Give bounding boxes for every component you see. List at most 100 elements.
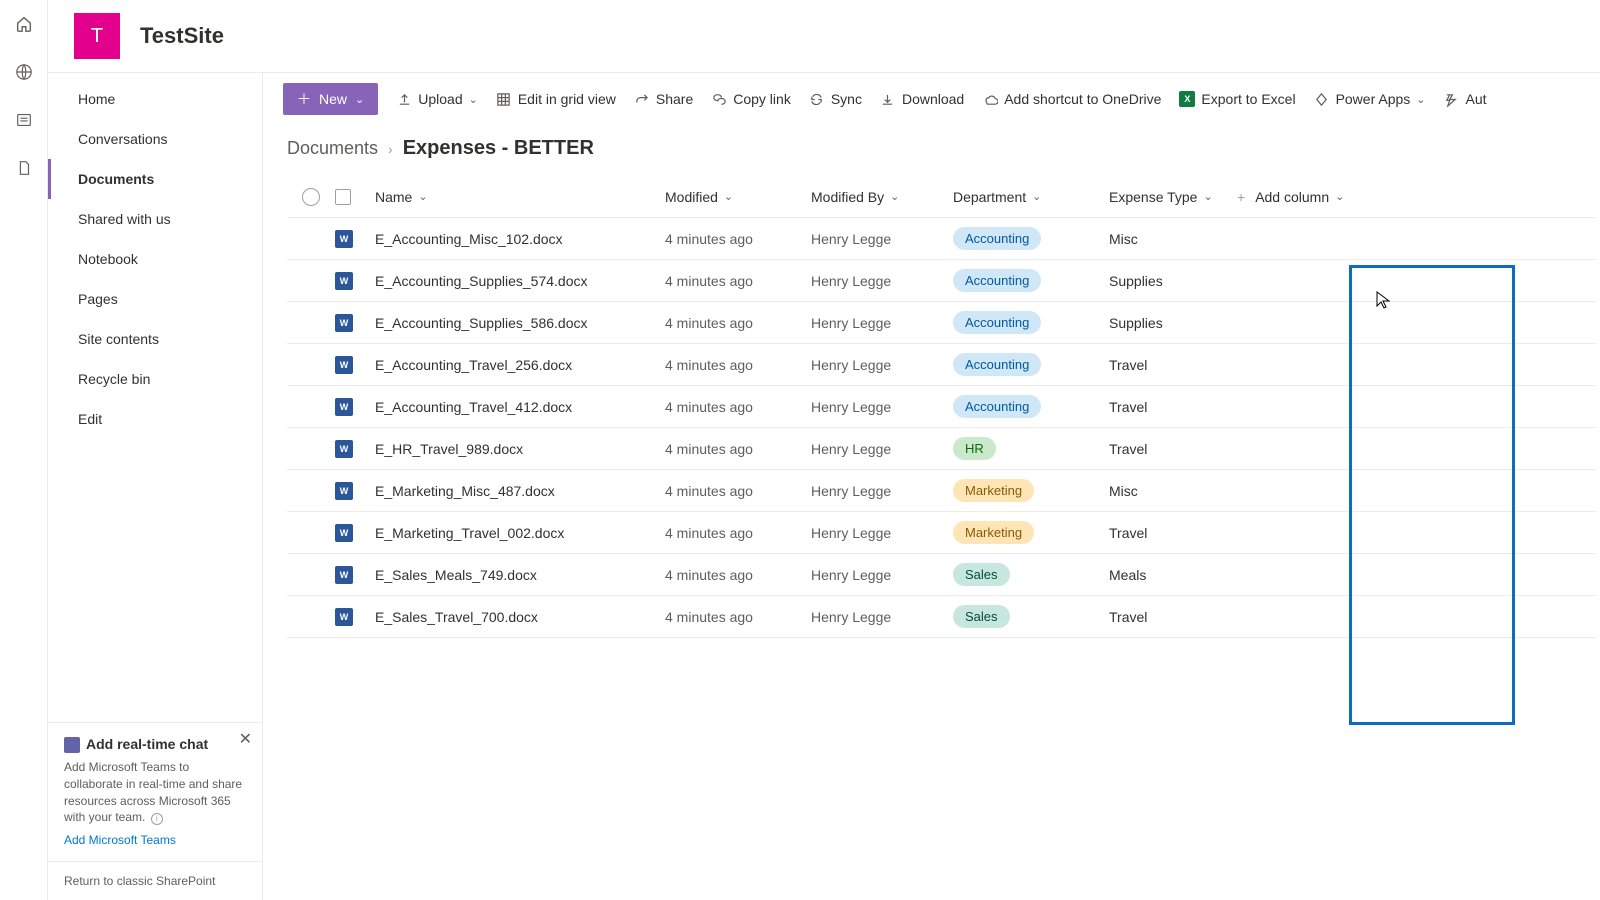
word-file-icon: W (335, 356, 353, 374)
sidebar-item-notebook[interactable]: Notebook (48, 239, 262, 279)
sidebar-item-pages[interactable]: Pages (48, 279, 262, 319)
cell-modified-by[interactable]: Henry Legge (811, 609, 953, 625)
cell-modified: 4 minutes ago (665, 357, 811, 373)
info-icon[interactable]: i (151, 813, 163, 825)
chevron-down-icon: ⌄ (1032, 190, 1041, 203)
file-name[interactable]: E_Accounting_Travel_256.docx (375, 357, 572, 373)
cell-modified-by[interactable]: Henry Legge (811, 357, 953, 373)
globe-icon[interactable] (14, 62, 34, 82)
sidebar-item-conversations[interactable]: Conversations (48, 119, 262, 159)
add-column-button[interactable]: +Add column⌄ (1237, 189, 1377, 205)
file-name[interactable]: E_Accounting_Supplies_586.docx (375, 315, 588, 331)
column-name[interactable]: Name⌄ (375, 189, 428, 205)
filetype-header-icon[interactable] (335, 189, 351, 205)
department-pill[interactable]: Marketing (953, 521, 1034, 544)
copy-link-button[interactable]: Copy link (711, 91, 791, 107)
app-rail (0, 0, 48, 900)
table-row[interactable]: WE_Accounting_Travel_412.docx4 minutes a… (287, 386, 1596, 428)
department-pill[interactable]: HR (953, 437, 996, 460)
news-icon[interactable] (14, 110, 34, 130)
cell-modified-by[interactable]: Henry Legge (811, 441, 953, 457)
department-pill[interactable]: Accounting (953, 227, 1041, 250)
column-expense-type[interactable]: Expense Type⌄ (1109, 189, 1237, 205)
share-icon (634, 91, 650, 107)
cell-modified-by[interactable]: Henry Legge (811, 273, 953, 289)
department-pill[interactable]: Accounting (953, 311, 1041, 334)
add-shortcut-button[interactable]: Add shortcut to OneDrive (982, 91, 1161, 107)
download-icon (880, 91, 896, 107)
site-logo[interactable]: T (74, 13, 120, 59)
sync-button[interactable]: Sync (809, 91, 862, 107)
chevron-down-icon: ⌄ (469, 93, 478, 106)
word-file-icon: W (335, 566, 353, 584)
cell-modified: 4 minutes ago (665, 525, 811, 541)
word-file-icon: W (335, 230, 353, 248)
export-excel-button[interactable]: XExport to Excel (1179, 91, 1295, 107)
flow-icon (1444, 91, 1460, 107)
breadcrumb-root[interactable]: Documents (287, 138, 378, 159)
department-pill[interactable]: Accounting (953, 269, 1041, 292)
table-row[interactable]: WE_Marketing_Travel_002.docx4 minutes ag… (287, 512, 1596, 554)
word-file-icon: W (335, 272, 353, 290)
cell-modified-by[interactable]: Henry Legge (811, 231, 953, 247)
file-name[interactable]: E_Marketing_Misc_487.docx (375, 483, 555, 499)
upload-icon (396, 91, 412, 107)
cell-modified-by[interactable]: Henry Legge (811, 567, 953, 583)
sidebar-item-site-contents[interactable]: Site contents (48, 319, 262, 359)
close-icon[interactable]: ✕ (239, 729, 252, 751)
sidebar-item-home[interactable]: Home (48, 79, 262, 119)
table-row[interactable]: WE_Marketing_Misc_487.docx4 minutes agoH… (287, 470, 1596, 512)
cell-modified: 4 minutes ago (665, 441, 811, 457)
department-pill[interactable]: Sales (953, 605, 1010, 628)
power-apps-button[interactable]: Power Apps⌄ (1314, 91, 1426, 107)
classic-link[interactable]: Return to classic SharePoint (48, 861, 262, 900)
onedrive-icon (982, 91, 998, 107)
table-row[interactable]: WE_Accounting_Supplies_574.docx4 minutes… (287, 260, 1596, 302)
promo-body: Add Microsoft Teams to collaborate in re… (64, 759, 246, 826)
table-row[interactable]: WE_Sales_Meals_749.docx4 minutes agoHenr… (287, 554, 1596, 596)
edit-grid-button[interactable]: Edit in grid view (496, 91, 616, 107)
file-name[interactable]: E_Marketing_Travel_002.docx (375, 525, 564, 541)
table-row[interactable]: WE_HR_Travel_989.docx4 minutes agoHenry … (287, 428, 1596, 470)
select-all-toggle[interactable] (302, 188, 320, 206)
share-button[interactable]: Share (634, 91, 693, 107)
file-name[interactable]: E_Accounting_Supplies_574.docx (375, 273, 588, 289)
home-icon[interactable] (14, 14, 34, 34)
download-button[interactable]: Download (880, 91, 964, 107)
chevron-down-icon: ⌄ (418, 190, 427, 203)
cell-modified: 4 minutes ago (665, 609, 811, 625)
sidebar-item-shared-with-us[interactable]: Shared with us (48, 199, 262, 239)
column-department[interactable]: Department⌄ (953, 189, 1087, 205)
promo-link[interactable]: Add Microsoft Teams (64, 832, 246, 849)
department-pill[interactable]: Sales (953, 563, 1010, 586)
file-name[interactable]: E_Accounting_Misc_102.docx (375, 231, 563, 247)
sidebar-item-documents[interactable]: Documents (48, 159, 262, 199)
file-name[interactable]: E_Sales_Meals_749.docx (375, 567, 537, 583)
cell-modified-by[interactable]: Henry Legge (811, 315, 953, 331)
table-row[interactable]: WE_Accounting_Supplies_586.docx4 minutes… (287, 302, 1596, 344)
sidebar-item-edit[interactable]: Edit (48, 399, 262, 439)
table-row[interactable]: WE_Sales_Travel_700.docx4 minutes agoHen… (287, 596, 1596, 638)
new-button[interactable]: ＋ New ⌄ (283, 83, 378, 115)
word-file-icon: W (335, 398, 353, 416)
sidebar-item-recycle-bin[interactable]: Recycle bin (48, 359, 262, 399)
cell-modified-by[interactable]: Henry Legge (811, 483, 953, 499)
upload-button[interactable]: Upload⌄ (396, 91, 478, 107)
column-modified-by[interactable]: Modified By⌄ (811, 189, 953, 205)
department-pill[interactable]: Marketing (953, 479, 1034, 502)
department-pill[interactable]: Accounting (953, 353, 1041, 376)
table-row[interactable]: WE_Accounting_Misc_102.docx4 minutes ago… (287, 218, 1596, 260)
automate-button[interactable]: Aut (1444, 91, 1487, 107)
column-modified[interactable]: Modified⌄ (665, 189, 811, 205)
department-pill[interactable]: Accounting (953, 395, 1041, 418)
files-icon[interactable] (14, 158, 34, 178)
cell-modified-by[interactable]: Henry Legge (811, 525, 953, 541)
cell-modified-by[interactable]: Henry Legge (811, 399, 953, 415)
file-name[interactable]: E_HR_Travel_989.docx (375, 441, 523, 457)
site-title: TestSite (140, 23, 224, 49)
chevron-down-icon: ⌄ (355, 93, 364, 106)
file-name[interactable]: E_Accounting_Travel_412.docx (375, 399, 572, 415)
table-row[interactable]: W E_Accounting_Travel_256.docx 4 minutes a… (287, 344, 1596, 386)
command-bar: ＋ New ⌄ Upload⌄ Edit in grid view Share … (263, 73, 1600, 125)
file-name[interactable]: E_Sales_Travel_700.docx (375, 609, 538, 625)
